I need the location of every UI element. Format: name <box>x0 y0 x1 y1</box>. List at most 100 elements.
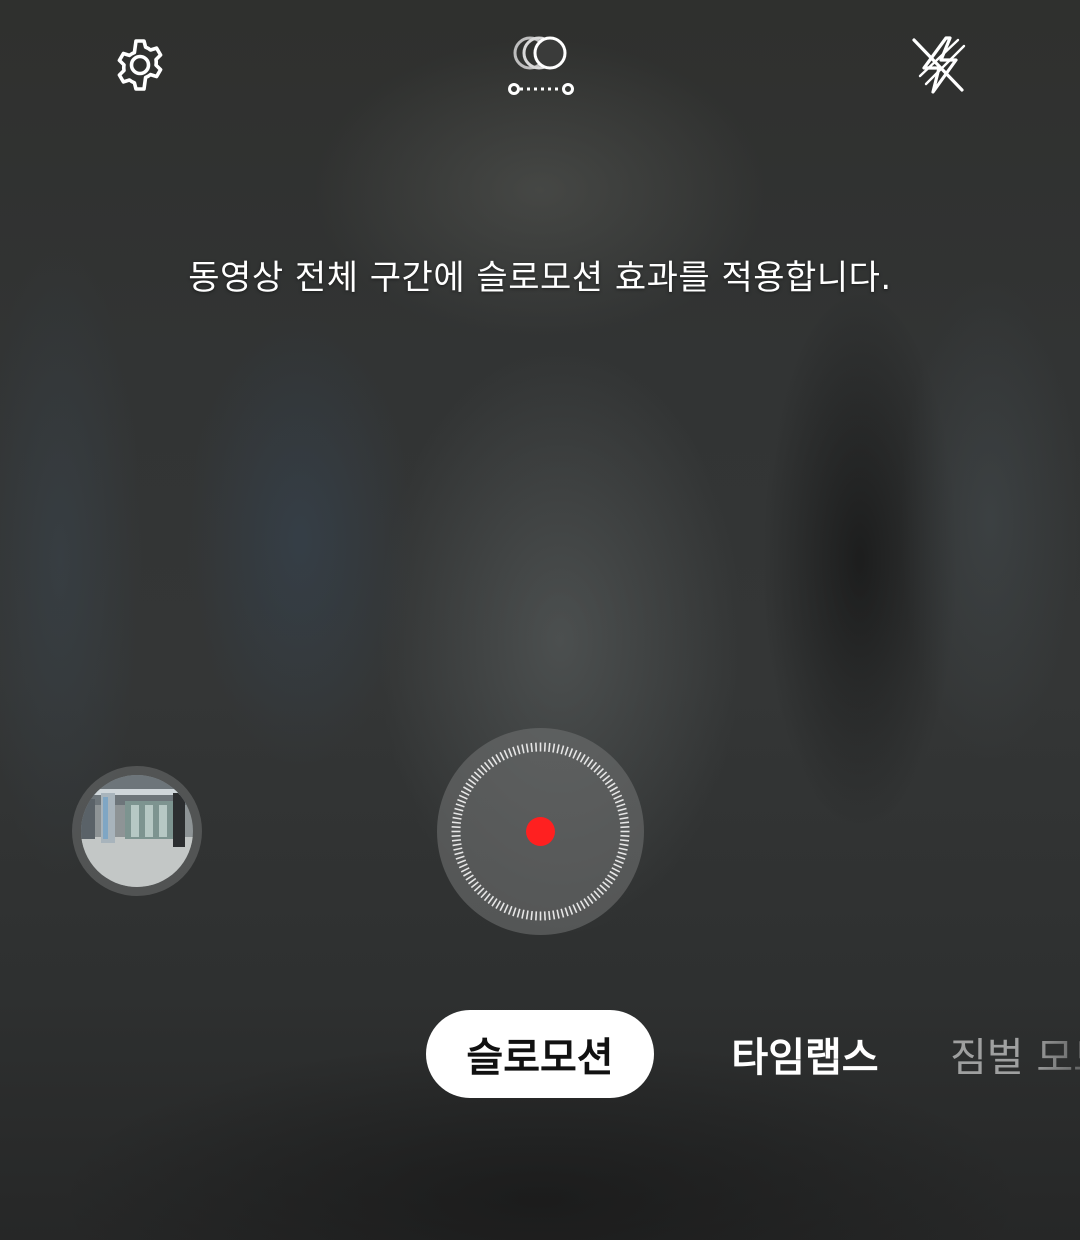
record-dial <box>451 742 630 921</box>
dial-tick <box>473 884 482 892</box>
flash-button[interactable] <box>904 30 974 100</box>
dial-tick <box>463 786 472 793</box>
dial-tick <box>579 900 586 909</box>
slow-motion-effect-icon <box>508 36 574 95</box>
flash-off-icon <box>912 36 966 94</box>
last-capture-thumbnail <box>81 775 193 887</box>
dial-tick <box>452 843 462 847</box>
dial-tick <box>593 890 601 899</box>
dial-tick <box>521 744 525 754</box>
dial-tick <box>564 746 569 756</box>
dial-tick <box>451 821 462 824</box>
dial-tick <box>619 816 629 820</box>
dial-tick <box>483 761 491 770</box>
dial-tick <box>618 847 628 851</box>
dial-tick <box>572 904 578 914</box>
dial-tick <box>617 851 627 856</box>
dial-tick <box>548 910 551 921</box>
dial-tick <box>477 768 485 776</box>
dial-tick <box>568 905 574 915</box>
dial-tick <box>596 768 604 776</box>
dial-tick <box>619 821 630 824</box>
camera-screen: 동영상 전체 구간에 슬로모션 효과를 적용합니다. 슬로모션 타임랩스 짐벌 … <box>0 0 1080 1240</box>
settings-button[interactable] <box>105 30 175 100</box>
dial-tick <box>599 771 608 779</box>
dial-tick <box>458 863 468 869</box>
dial-tick <box>619 839 630 842</box>
dial-tick <box>473 771 482 779</box>
dial-tick <box>614 798 624 804</box>
dial-tick <box>487 895 495 904</box>
dial-tick <box>503 749 509 759</box>
dial-tick <box>604 877 613 885</box>
dial-tick <box>613 794 623 800</box>
dial-tick <box>614 859 624 865</box>
dial-tick <box>586 895 594 904</box>
dial-tick <box>507 748 513 758</box>
dial-tick <box>521 909 525 919</box>
dial-tick <box>572 749 578 759</box>
dial-tick <box>556 744 560 754</box>
mode-timelapse[interactable]: 타임랩스 <box>720 1010 890 1098</box>
dial-tick <box>599 884 608 892</box>
dial-tick <box>530 742 533 753</box>
dial-tick <box>483 893 491 902</box>
dial-tick <box>525 910 529 920</box>
dial-tick <box>611 867 621 873</box>
mode-slow-motion[interactable]: 슬로모션 <box>426 1010 654 1098</box>
dial-tick <box>556 909 560 919</box>
dial-tick <box>596 887 604 895</box>
dial-tick <box>618 812 628 816</box>
mode-description-text: 동영상 전체 구간에 슬로모션 효과를 적용합니다. <box>188 258 892 298</box>
dial-tick <box>495 754 502 763</box>
dial-tick <box>611 790 621 796</box>
dial-tick <box>616 855 626 860</box>
dial-tick <box>499 751 505 761</box>
dial-tick <box>460 790 470 796</box>
dial-tick <box>491 756 498 765</box>
dial-tick <box>516 908 521 918</box>
dial-tick <box>499 902 505 912</box>
dial-tick <box>503 904 509 914</box>
dial-tick <box>564 907 569 917</box>
dial-tick <box>607 782 616 789</box>
dial-tick <box>512 907 517 917</box>
gallery-thumbnail-button[interactable] <box>72 766 202 896</box>
dial-tick <box>576 902 582 912</box>
dial-tick <box>465 782 474 789</box>
dial-tick <box>568 748 574 758</box>
dial-tick <box>607 874 616 881</box>
dial-tick <box>602 881 611 889</box>
dial-tick <box>454 807 464 812</box>
dial-tick <box>590 893 598 902</box>
dial-tick <box>470 881 479 889</box>
dial-tick <box>613 863 623 869</box>
dial-tick <box>579 754 586 763</box>
record-dot-icon <box>526 817 555 846</box>
dial-tick <box>458 794 468 800</box>
dial-tick <box>583 756 590 765</box>
effect-button[interactable] <box>505 30 577 100</box>
dial-tick <box>460 867 470 873</box>
mode-gimbal[interactable]: 짐벌 모드 <box>950 1010 1080 1098</box>
dial-tick <box>512 746 517 756</box>
dial-tick <box>468 778 477 786</box>
dial-tick <box>560 908 565 918</box>
dial-tick <box>455 855 465 860</box>
dial-tick <box>619 843 629 847</box>
dial-tick <box>604 778 613 786</box>
dial-tick <box>593 764 601 773</box>
dial-tick <box>477 887 485 895</box>
dial-tick <box>586 759 594 768</box>
dial-tick <box>516 745 521 755</box>
dial-tick <box>583 898 590 907</box>
record-button[interactable] <box>437 728 644 935</box>
dial-tick <box>455 803 465 808</box>
dial-tick <box>480 764 488 773</box>
dial-tick <box>560 745 565 755</box>
dial-tick <box>507 905 513 915</box>
dial-tick <box>454 851 464 856</box>
dial-tick <box>590 761 598 770</box>
dial-tick <box>495 900 502 909</box>
dial-tick <box>487 759 495 768</box>
